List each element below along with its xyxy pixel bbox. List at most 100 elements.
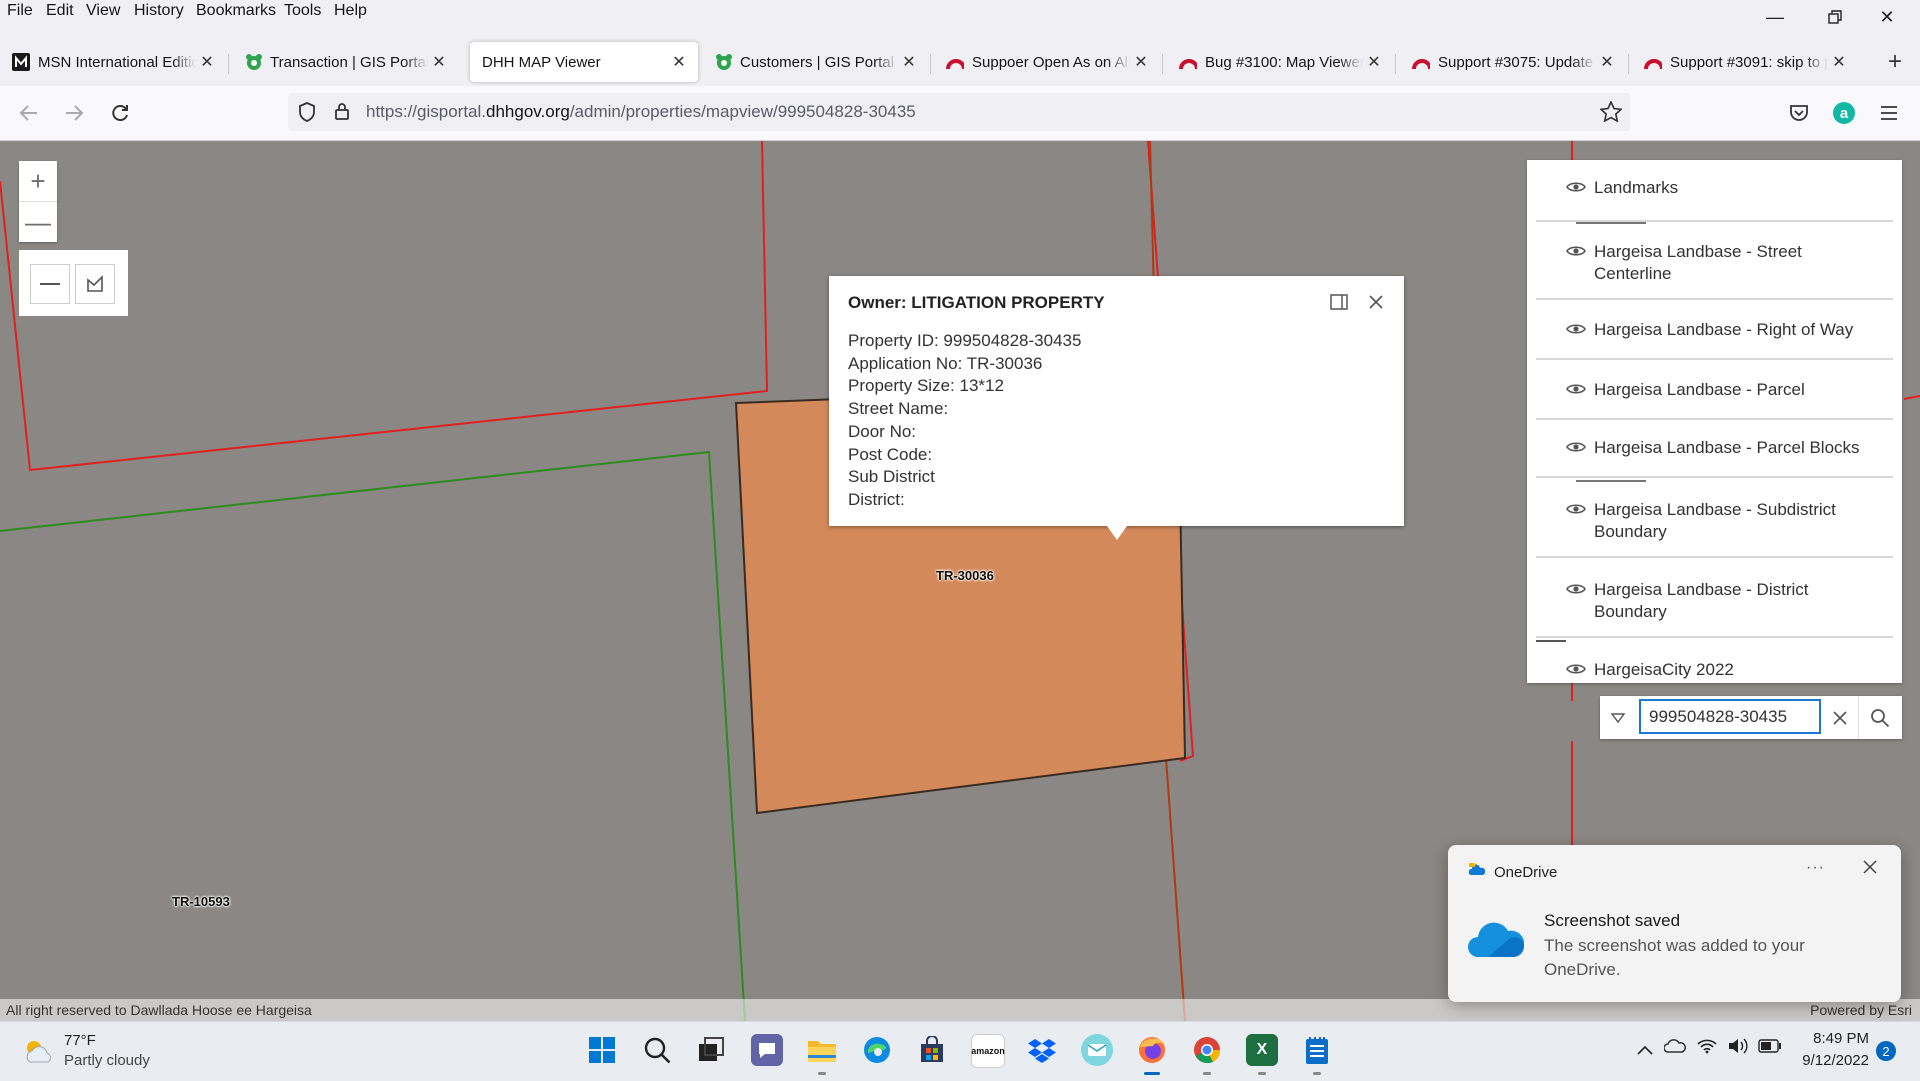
bookmark-star-icon[interactable] <box>1599 100 1623 127</box>
tab-customers[interactable]: Customers | GIS Portal ✕ <box>702 42 928 82</box>
tab-msn[interactable]: MSN International Edition ✕ <box>0 42 226 82</box>
tab-support-3091[interactable]: Support #3091: skip to p ✕ <box>1632 42 1858 82</box>
chevron-up-icon[interactable] <box>1637 1042 1653 1060</box>
eye-icon[interactable] <box>1566 322 1586 336</box>
back-arrow-icon[interactable] <box>12 96 46 130</box>
layer-label: Hargeisa Landbase - Parcel <box>1594 380 1805 399</box>
menu-tools[interactable]: Tools <box>284 2 321 20</box>
eye-icon[interactable] <box>1566 382 1586 396</box>
menu-edit[interactable]: Edit <box>46 2 74 20</box>
clock-date[interactable]: 9/12/2022 <box>1787 1052 1869 1069</box>
layer-item[interactable]: HargeisaCity 2022 <box>1536 640 1893 683</box>
weather-desc[interactable]: Partly cloudy <box>64 1052 150 1069</box>
layer-item[interactable]: Hargeisa Landbase - Parcel Blocks <box>1536 420 1893 478</box>
dropbox-icon[interactable] <box>1026 1034 1058 1066</box>
layer-item[interactable]: Hargeisa Landbase - Parcel <box>1536 362 1893 420</box>
close-tab-icon[interactable]: ✕ <box>1596 52 1618 72</box>
measure-area-icon[interactable] <box>75 264 115 304</box>
layer-label: Landmarks <box>1594 178 1679 197</box>
amazon-icon[interactable]: amazon <box>971 1034 1005 1068</box>
search-input[interactable] <box>1639 699 1821 734</box>
url-bar[interactable]: https://gisportal.dhhgov.org/admin/prope… <box>288 93 1630 131</box>
close-tab-icon[interactable]: ✕ <box>898 52 920 72</box>
minimize-icon[interactable]: — <box>1750 0 1800 34</box>
menu-help[interactable]: Help <box>334 2 367 20</box>
search-taskbar-icon[interactable] <box>641 1034 673 1066</box>
more-options-icon[interactable]: ··· <box>1806 859 1825 877</box>
restore-icon[interactable] <box>1810 0 1860 34</box>
reload-icon[interactable] <box>103 96 137 130</box>
weather-temp[interactable]: 77°F <box>64 1032 96 1049</box>
excel-icon[interactable]: X <box>1246 1034 1278 1066</box>
close-tab-icon[interactable]: ✕ <box>1363 52 1385 72</box>
pocket-icon[interactable] <box>1782 96 1816 130</box>
notepad-icon[interactable] <box>1301 1034 1333 1066</box>
windows-start-icon[interactable] <box>586 1034 618 1066</box>
wifi-icon[interactable] <box>1697 1038 1717 1059</box>
edge-browser-icon[interactable] <box>861 1034 893 1066</box>
measure-line-icon[interactable] <box>30 264 70 304</box>
account-avatar[interactable]: a <box>1827 96 1861 130</box>
onedrive-notification[interactable]: OneDrive ··· Screenshot saved The screen… <box>1448 845 1901 1002</box>
eye-icon[interactable] <box>1566 502 1586 516</box>
new-tab-icon[interactable]: + <box>1880 46 1910 78</box>
eye-icon[interactable] <box>1566 582 1586 596</box>
firefox-icon[interactable] <box>1136 1034 1168 1066</box>
close-tab-icon[interactable]: ✕ <box>428 52 450 72</box>
eye-icon[interactable] <box>1566 244 1586 258</box>
layer-item[interactable]: Hargeisa Landbase - Right of Way <box>1536 302 1893 360</box>
battery-icon[interactable] <box>1758 1039 1782 1058</box>
tab-bug-3100[interactable]: Bug #3100: Map Viewer ✕ <box>1167 42 1393 82</box>
powered-by-esri[interactable]: Powered by Esri <box>1810 1002 1912 1018</box>
layer-item[interactable]: Hargeisa Landbase - Subdistrict Boundary <box>1536 480 1893 558</box>
layer-item[interactable]: Landmarks <box>1536 160 1893 222</box>
menu-view[interactable]: View <box>86 2 120 20</box>
map-attribution: All right reserved to Dawllada Hoose ee … <box>0 999 1920 1021</box>
menu-file[interactable]: File <box>7 2 33 20</box>
close-tab-icon[interactable]: ✕ <box>1828 52 1850 72</box>
layer-item[interactable]: Hargeisa Landbase - Street Centerline <box>1536 222 1893 300</box>
eye-icon[interactable] <box>1566 662 1586 676</box>
volume-icon[interactable] <box>1728 1038 1750 1059</box>
search-source-dropdown-icon[interactable] <box>1600 696 1636 739</box>
menu-bookmarks[interactable]: Bookmarks <box>196 2 276 20</box>
tab-dhh-map-viewer[interactable]: DHH MAP Viewer ✕ <box>470 42 698 82</box>
dock-popup-icon[interactable] <box>1327 290 1351 314</box>
chrome-icon[interactable] <box>1191 1034 1223 1066</box>
tab-support-3075[interactable]: Support #3075: Update ✕ <box>1400 42 1626 82</box>
attribution-text: All right reserved to Dawllada Hoose ee … <box>6 1002 312 1018</box>
messaging-app-icon[interactable] <box>1081 1034 1113 1066</box>
url-text[interactable]: https://gisportal.dhhgov.org/admin/prope… <box>366 102 916 122</box>
lock-icon[interactable] <box>334 101 350 126</box>
zoom-out-icon[interactable]: — <box>19 201 57 242</box>
search-icon[interactable] <box>1862 696 1898 739</box>
menu-history[interactable]: History <box>134 2 184 20</box>
close-notification-icon[interactable] <box>1863 860 1877 879</box>
eye-icon[interactable] <box>1566 440 1586 454</box>
microsoft-store-icon[interactable] <box>916 1034 948 1066</box>
task-view-icon[interactable] <box>696 1034 728 1066</box>
street-name: Street Name: <box>848 399 949 419</box>
close-tab-icon[interactable]: ✕ <box>1130 52 1152 72</box>
clear-search-icon[interactable] <box>1822 696 1859 739</box>
file-explorer-icon[interactable] <box>806 1034 838 1066</box>
close-window-icon[interactable]: ✕ <box>1862 0 1912 34</box>
partly-cloudy-icon[interactable] <box>22 1036 54 1069</box>
forward-arrow-icon[interactable] <box>57 96 91 130</box>
close-tab-icon[interactable]: ✕ <box>196 52 218 72</box>
clock-time[interactable]: 8:49 PM <box>1809 1030 1869 1047</box>
tab-transaction[interactable]: Transaction | GIS Portal ✕ <box>232 42 458 82</box>
onedrive-tray-icon[interactable] <box>1663 1038 1686 1059</box>
eye-icon[interactable] <box>1566 180 1586 194</box>
hamburger-menu-icon[interactable] <box>1872 96 1906 130</box>
notification-badge[interactable]: 2 <box>1876 1041 1896 1061</box>
close-popup-icon[interactable] <box>1364 290 1388 314</box>
teams-chat-icon[interactable] <box>751 1034 783 1066</box>
layer-list[interactable]: Landmarks Hargeisa Landbase - Street Cen… <box>1527 160 1902 683</box>
tab-suppoer-open[interactable]: Suppoer Open As on All ✕ <box>934 42 1160 82</box>
toast-body: The screenshot was added to your OneDriv… <box>1544 936 1805 979</box>
shield-icon[interactable] <box>298 102 316 127</box>
close-tab-icon[interactable]: ✕ <box>668 52 690 72</box>
zoom-in-icon[interactable]: + <box>19 161 57 201</box>
layer-item[interactable]: Hargeisa Landbase - District Boundary <box>1536 562 1893 638</box>
